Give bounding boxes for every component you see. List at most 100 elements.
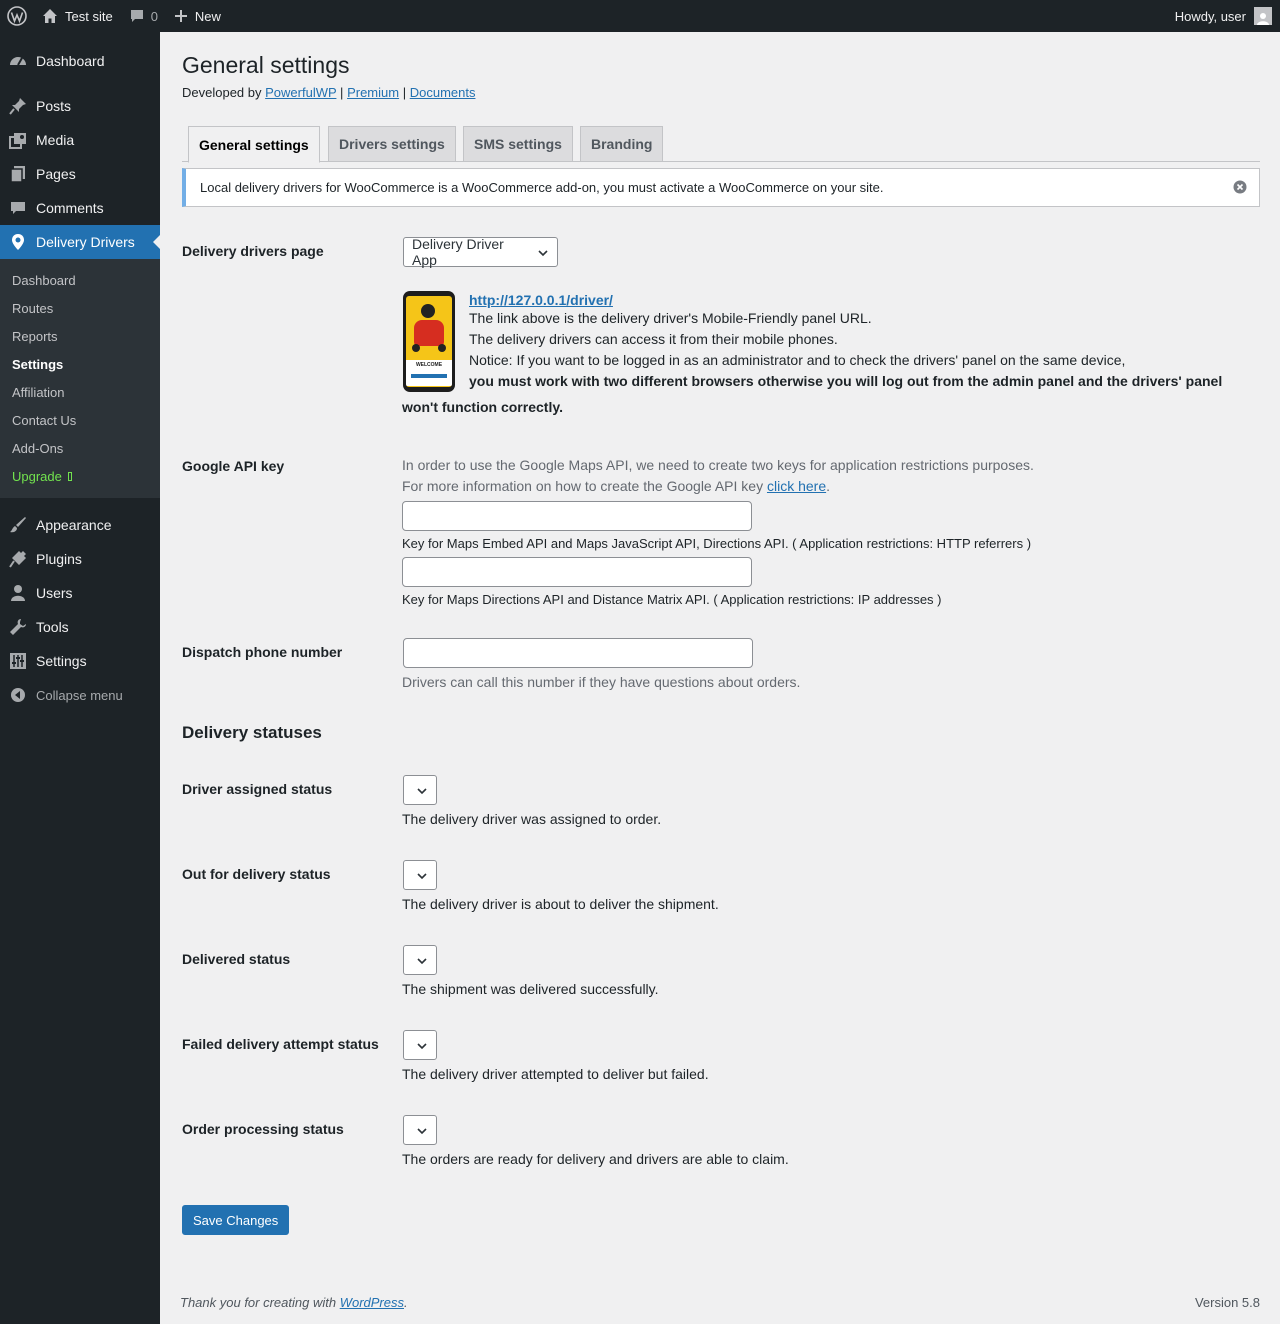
delivery-drivers-submenu: Dashboard Routes Reports Settings Affili… — [0, 259, 160, 498]
wordpress-logo-icon[interactable] — [0, 0, 34, 32]
admin-bar: Test site 0 New Howdy, user — [0, 0, 1280, 32]
driver-panel-info: http://127.0.0.1/driver/ The link above … — [469, 292, 1249, 392]
driver-info-notice: Notice: If you want to be logged in as a… — [469, 352, 1126, 368]
order-processing-label: Order processing status — [182, 1121, 344, 1137]
google-api-more-info: For more information on how to create th… — [402, 476, 1252, 497]
documents-link[interactable]: Documents — [410, 85, 476, 100]
howdy-text: Howdy, user — [1174, 8, 1246, 24]
pages-icon — [8, 164, 28, 184]
upgrade-label: Upgrade — [12, 468, 62, 484]
woocommerce-notice: Local delivery drivers for WooCommerce i… — [182, 168, 1260, 207]
media-icon — [8, 130, 28, 150]
out-for-delivery-select[interactable] — [403, 860, 437, 890]
comments-link[interactable]: 0 — [121, 0, 166, 32]
developed-by-text: Developed by — [182, 85, 262, 100]
delivered-select[interactable] — [403, 945, 437, 975]
submenu-settings[interactable]: Settings — [0, 350, 160, 378]
submenu-routes[interactable]: Routes — [0, 294, 160, 322]
period: . — [404, 1295, 408, 1310]
submenu-upgrade[interactable]: Upgrade — [0, 462, 160, 490]
driver-info-warning-end: won't function correctly. — [402, 399, 563, 415]
page-title: General settings — [182, 52, 350, 78]
footer-version: Version 5.8 — [1194, 1295, 1260, 1310]
click-here-link[interactable]: click here — [767, 478, 826, 494]
chevron-down-icon — [417, 1128, 427, 1135]
submenu-reports[interactable]: Reports — [0, 322, 160, 350]
settings-tabs: General settings Drivers settings SMS se… — [182, 126, 1260, 163]
tab-sms-settings[interactable]: SMS settings — [463, 126, 573, 162]
menu-item-posts[interactable]: Posts — [0, 89, 160, 123]
collapse-menu-button[interactable]: Collapse menu — [0, 678, 160, 712]
google-api-key-2-input[interactable] — [402, 557, 752, 587]
dispatch-phone-input[interactable] — [403, 638, 753, 668]
tab-general-settings[interactable]: General settings — [188, 126, 320, 163]
order-processing-desc: The orders are ready for delivery and dr… — [402, 1151, 789, 1167]
driver-assigned-select[interactable] — [403, 775, 437, 805]
menu-item-label: Delivery Drivers — [36, 234, 135, 250]
drivers-page-selected: Delivery Driver App — [412, 236, 504, 268]
phone-preview-image: WELCOME — [403, 291, 455, 392]
premium-link[interactable]: Premium — [347, 85, 399, 100]
user-icon — [8, 583, 28, 603]
chevron-down-icon — [417, 958, 427, 965]
tab-drivers-settings[interactable]: Drivers settings — [328, 126, 456, 162]
chevron-down-icon — [417, 788, 427, 795]
google-api-key-1-input[interactable] — [402, 501, 752, 531]
dashboard-icon — [8, 51, 28, 71]
out-for-delivery-label: Out for delivery status — [182, 866, 331, 882]
failed-delivery-section: The delivery driver attempted to deliver… — [402, 1030, 709, 1085]
account-menu[interactable]: Howdy, user — [1175, 0, 1272, 32]
menu-item-tools[interactable]: Tools — [0, 610, 160, 644]
driver-assigned-label: Driver assigned status — [182, 781, 333, 797]
failed-delivery-select[interactable] — [403, 1030, 437, 1060]
menu-item-users[interactable]: Users — [0, 576, 160, 610]
sliders-icon — [8, 651, 28, 671]
menu-item-media[interactable]: Media — [0, 123, 160, 157]
delivery-statuses-heading: Delivery statuses — [182, 723, 322, 742]
menu-item-label: Appearance — [36, 517, 112, 533]
menu-item-appearance[interactable]: Appearance — [0, 508, 160, 542]
tab-branding[interactable]: Branding — [580, 126, 664, 162]
menu-item-label: Settings — [36, 653, 87, 669]
phone-screen-text: WELCOME — [415, 362, 443, 368]
driver-info-warning: you must work with two different browser… — [469, 373, 1223, 389]
comments-count: 0 — [150, 8, 158, 24]
menu-item-label: Users — [36, 585, 73, 601]
site-name-link[interactable]: Test site — [34, 0, 121, 32]
menu-item-comments[interactable]: Comments — [0, 191, 160, 225]
menu-item-plugins[interactable]: Plugins — [0, 542, 160, 576]
driver-assigned-section: The delivery driver was assigned to orde… — [402, 775, 661, 830]
menu-item-label: Pages — [36, 166, 76, 182]
driver-info-line-2: The delivery drivers can access it from … — [469, 331, 838, 347]
admin-menu: Dashboard Posts Media Pages Comments Del… — [0, 32, 161, 1324]
chevron-down-icon — [417, 873, 427, 880]
submenu-contact-us[interactable]: Contact Us — [0, 406, 160, 434]
failed-delivery-label: Failed delivery attempt status — [182, 1036, 379, 1052]
powerfulwp-link[interactable]: PowerfulWP — [265, 85, 336, 100]
comment-icon — [129, 8, 145, 24]
brush-icon — [8, 515, 28, 535]
driver-panel-url-link[interactable]: http://127.0.0.1/driver/ — [469, 292, 613, 308]
order-processing-select[interactable] — [403, 1115, 437, 1145]
dismiss-icon[interactable] — [1233, 180, 1247, 197]
menu-item-pages[interactable]: Pages — [0, 157, 160, 191]
menu-item-delivery-drivers[interactable]: Delivery Drivers — [0, 225, 161, 259]
dispatch-phone-section: Drivers can call this number if they hav… — [402, 638, 800, 693]
separator: | — [402, 85, 407, 100]
plus-icon — [174, 9, 188, 23]
driver-info-line-1: The link above is the delivery driver's … — [469, 310, 872, 326]
wrench-icon — [8, 617, 28, 637]
location-pin-icon — [8, 232, 28, 252]
separator: | — [340, 85, 344, 100]
submenu-dashboard[interactable]: Dashboard — [0, 266, 160, 294]
notice-text: Local delivery drivers for WooCommerce i… — [200, 180, 884, 195]
menu-item-dashboard[interactable]: Dashboard — [0, 44, 160, 78]
new-content-link[interactable]: New — [166, 0, 229, 32]
menu-item-settings[interactable]: Settings — [0, 644, 160, 678]
drivers-page-select[interactable]: Delivery Driver App — [403, 236, 558, 268]
submenu-affiliation[interactable]: Affiliation — [0, 378, 160, 406]
save-changes-button[interactable]: Save Changes — [182, 1205, 290, 1235]
chevron-down-icon — [538, 250, 548, 257]
submenu-add-ons[interactable]: Add-Ons — [0, 434, 160, 462]
wordpress-link[interactable]: WordPress — [340, 1295, 404, 1310]
